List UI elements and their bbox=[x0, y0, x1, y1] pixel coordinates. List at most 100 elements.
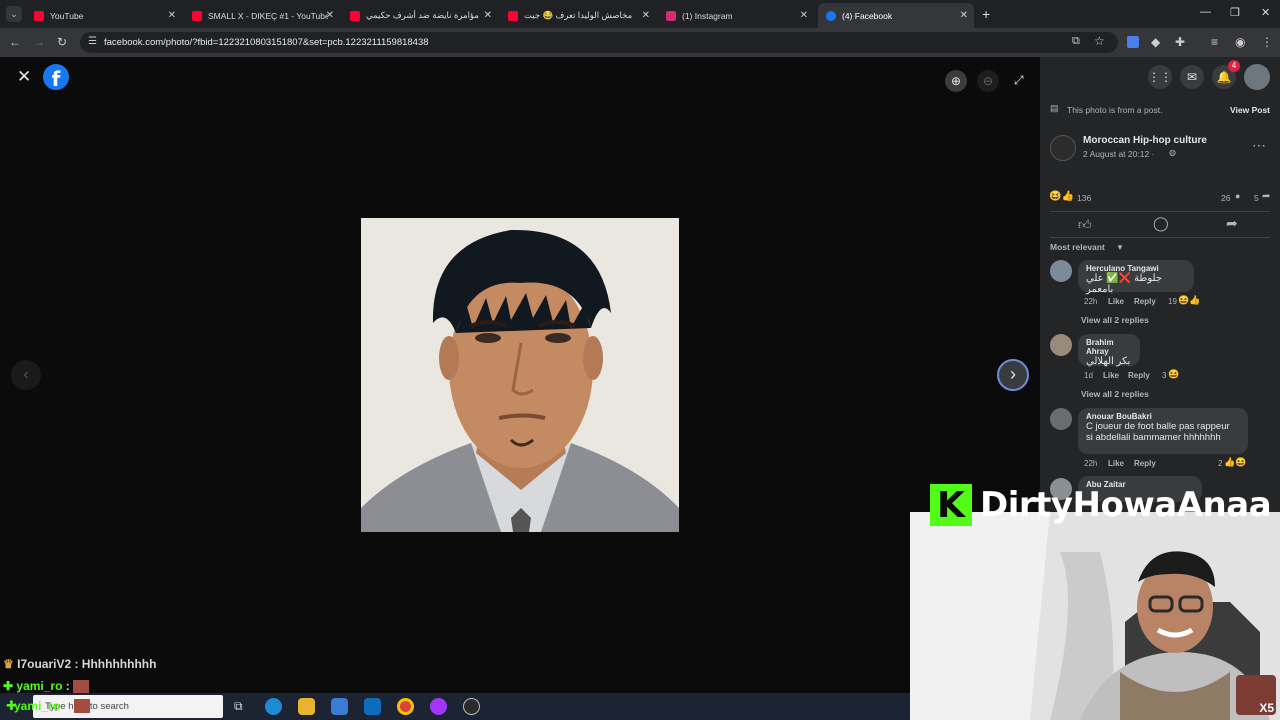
comments-count[interactable]: 26 bbox=[1221, 193, 1230, 203]
page-name[interactable]: Moroccan Hip-hop culture bbox=[1083, 135, 1207, 146]
tab-close-icon[interactable]: ✕ bbox=[642, 10, 650, 21]
tab-facebook[interactable]: (4) Facebook ✕ bbox=[818, 3, 974, 28]
streamer-name: DirtyHowaAnaa bbox=[980, 485, 1272, 525]
restore-icon[interactable]: ❐ bbox=[1230, 6, 1240, 19]
tab-close-icon[interactable]: ✕ bbox=[800, 10, 808, 21]
page-avatar[interactable] bbox=[1050, 135, 1076, 161]
tab-close-icon[interactable]: ✕ bbox=[960, 10, 968, 21]
tab-hakimi[interactable]: مؤامرة نايضة ضد أشرف حكيمي ✕ bbox=[342, 3, 498, 28]
comment-time[interactable]: 22h bbox=[1084, 459, 1097, 468]
shares-count[interactable]: 5 bbox=[1254, 193, 1259, 203]
commenter-avatar[interactable] bbox=[1050, 408, 1072, 430]
extension-icon[interactable]: ◆ bbox=[1151, 35, 1160, 49]
comment-author[interactable]: Brahim Ahray bbox=[1086, 338, 1132, 356]
tab-close-icon[interactable]: ✕ bbox=[326, 10, 334, 21]
tab-instagram[interactable]: (1) Instagram ✕ bbox=[658, 3, 814, 28]
account-avatar[interactable] bbox=[1244, 64, 1270, 90]
tab-small-x[interactable]: SMALL X - DIKEÇ #1 - YouTube ✕ bbox=[184, 3, 340, 28]
task-view-icon[interactable]: ⧉ bbox=[234, 699, 243, 714]
edge-icon[interactable] bbox=[265, 698, 282, 715]
reload-icon[interactable]: ↻ bbox=[57, 35, 67, 49]
emote-icon bbox=[73, 679, 90, 694]
fullscreen-icon[interactable]: ⤢ bbox=[1014, 73, 1024, 88]
address-bar[interactable]: ☰ facebook.com/photo/?fbid=1223210803151… bbox=[80, 32, 1118, 53]
reading-list-icon[interactable]: ≡ bbox=[1211, 35, 1218, 49]
translate-extension-icon[interactable] bbox=[1127, 36, 1139, 48]
post-photo bbox=[361, 218, 679, 532]
comment-reaction-count[interactable]: 3 bbox=[1162, 371, 1166, 380]
commenter-avatar[interactable] bbox=[1050, 260, 1072, 282]
emote-icon bbox=[74, 699, 90, 713]
tab-close-icon[interactable]: ✕ bbox=[168, 10, 176, 21]
next-photo-button[interactable]: › bbox=[997, 359, 1029, 391]
commenter-avatar[interactable] bbox=[1050, 334, 1072, 356]
laugh-reaction-icon: 😆 bbox=[1168, 369, 1180, 379]
reactions-count[interactable]: 136 bbox=[1077, 193, 1091, 203]
comment-reaction-count[interactable]: 2 bbox=[1218, 459, 1222, 468]
share-icon[interactable]: ➦ bbox=[1226, 215, 1238, 232]
chevron-down-icon[interactable]: ▼ bbox=[1116, 243, 1124, 252]
comment-text-line2: si abdellali bammamer hhhhhhh bbox=[1086, 432, 1221, 443]
taskbar-search-input[interactable]: Type here to search bbox=[33, 695, 223, 718]
webcam-feed-image bbox=[910, 512, 1280, 720]
comment-reply-button[interactable]: Reply bbox=[1134, 297, 1156, 306]
zoom-out-icon[interactable]: ⊖ bbox=[977, 70, 999, 92]
tab-youtube[interactable]: YouTube ✕ bbox=[26, 3, 182, 28]
tab-label: مؤامرة نايضة ضد أشرف حكيمي bbox=[366, 10, 479, 20]
reaction-icons[interactable]: 😆👍 bbox=[1049, 191, 1074, 202]
store-icon[interactable] bbox=[331, 698, 348, 715]
comment-time[interactable]: 1d bbox=[1084, 371, 1093, 380]
chat-message: ✚ yami_ro : bbox=[3, 679, 90, 694]
like-icon[interactable]: 👍︎ bbox=[1078, 217, 1092, 233]
minimize-icon[interactable]: — bbox=[1200, 6, 1211, 18]
outlook-icon[interactable] bbox=[364, 698, 381, 715]
obs-icon[interactable] bbox=[463, 698, 480, 715]
menu-grid-icon[interactable]: ⋮⋮ bbox=[1148, 65, 1172, 89]
comment-like-button[interactable]: Like bbox=[1108, 459, 1124, 468]
view-replies-link[interactable]: View all 2 replies bbox=[1081, 315, 1149, 325]
facebook-logo-icon[interactable]: f bbox=[43, 64, 69, 91]
menu-kebab-icon[interactable]: ⋮ bbox=[1261, 35, 1273, 49]
comment-icon[interactable]: ◯ bbox=[1153, 215, 1169, 232]
comment-reaction-count[interactable]: 19 bbox=[1168, 297, 1177, 306]
view-replies-link[interactable]: View all 2 replies bbox=[1081, 389, 1149, 399]
previous-photo-button[interactable]: ‹ bbox=[11, 360, 41, 390]
close-window-icon[interactable]: ✕ bbox=[1261, 6, 1270, 19]
browser-tab-strip: ⌄ YouTube ✕ SMALL X - DIKEÇ #1 - YouTube… bbox=[0, 0, 1280, 28]
chat-username: I7ouariV2 bbox=[17, 657, 72, 671]
badge-icon: ✚ bbox=[3, 679, 14, 693]
url-text: facebook.com/photo/?fbid=122321080315180… bbox=[104, 37, 429, 48]
messenger-app-icon[interactable] bbox=[430, 698, 447, 715]
comment-time[interactable]: 22h bbox=[1084, 297, 1097, 306]
new-tab-button[interactable]: + bbox=[982, 6, 990, 22]
install-icon[interactable]: ⧉ bbox=[1072, 35, 1080, 48]
tab-close-icon[interactable]: ✕ bbox=[484, 10, 492, 21]
comment-bubble-icon: ● bbox=[1235, 191, 1241, 201]
tab-label: YouTube bbox=[50, 10, 84, 21]
comment-sort-dropdown[interactable]: Most relevant bbox=[1050, 242, 1105, 252]
close-viewer-icon[interactable]: ✕ bbox=[17, 67, 31, 87]
comment-author[interactable]: Herculano Tangawi bbox=[1086, 264, 1186, 273]
post-timestamp[interactable]: 2 August at 20:12 · bbox=[1083, 149, 1154, 159]
messenger-icon[interactable]: ✉ bbox=[1180, 65, 1204, 89]
tab-walida[interactable]: مخاصش الوليدا تعرف 😂 جيت ✕ bbox=[500, 3, 656, 28]
chat-message: ♛ I7ouariV2 : Hhhhhhhhhh bbox=[3, 657, 156, 671]
back-icon[interactable]: ← bbox=[9, 35, 21, 49]
comment-like-button[interactable]: Like bbox=[1103, 371, 1119, 380]
file-explorer-icon[interactable] bbox=[298, 698, 315, 715]
forward-icon[interactable]: → bbox=[33, 35, 45, 49]
comment-like-button[interactable]: Like bbox=[1108, 297, 1124, 306]
bookmark-star-icon[interactable]: ☆ bbox=[1094, 34, 1105, 48]
view-post-link[interactable]: View Post bbox=[1230, 105, 1270, 115]
zoom-in-icon[interactable]: ⊕ bbox=[945, 70, 967, 92]
extensions-puzzle-icon[interactable]: ✚ bbox=[1175, 35, 1185, 49]
profile-icon[interactable]: ◉ bbox=[1235, 35, 1245, 49]
comment-reply-button[interactable]: Reply bbox=[1134, 459, 1156, 468]
comment-author[interactable]: Anouar BouBakri bbox=[1086, 412, 1240, 421]
chrome-icon[interactable] bbox=[397, 698, 414, 715]
site-info-icon[interactable]: ☰ bbox=[88, 36, 97, 47]
more-options-icon[interactable]: ⋯ bbox=[1252, 137, 1266, 154]
comment-reply-button[interactable]: Reply bbox=[1128, 371, 1150, 380]
comment-text-line1: C joueur de foot balle pas rappeur bbox=[1086, 421, 1230, 432]
tab-search-button[interactable]: ⌄ bbox=[6, 6, 22, 22]
